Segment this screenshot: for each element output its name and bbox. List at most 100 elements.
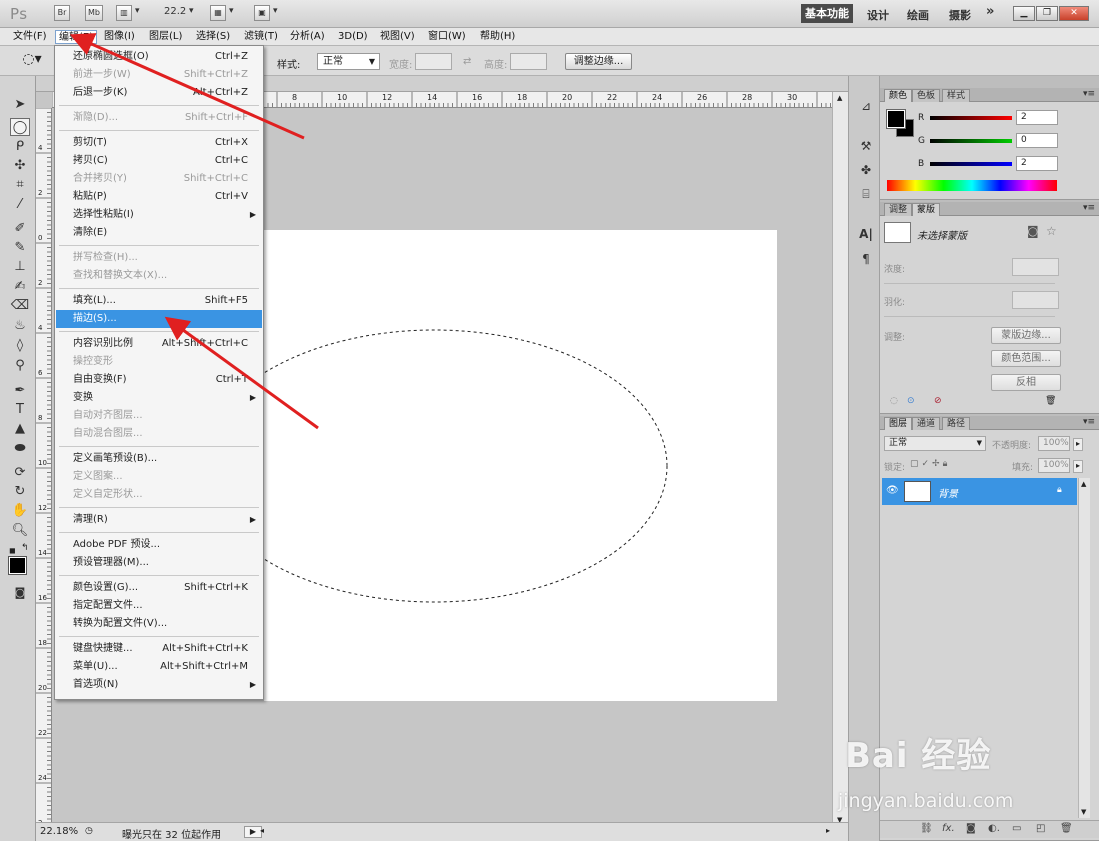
- link-layers-icon[interactable]: ⛓︎: [920, 823, 933, 834]
- layer-row-background[interactable]: 👁︎ 背景 🔒︎: [882, 478, 1077, 505]
- menu-analysis[interactable]: 分析(A): [287, 30, 328, 44]
- tab-styles[interactable]: 样式: [942, 89, 971, 102]
- elliptical-marquee-tool-icon[interactable]: ◯: [10, 118, 30, 136]
- zoom-dropdown-icon[interactable]: ▾: [189, 6, 194, 16]
- fx-icon[interactable]: fx.: [942, 823, 955, 834]
- edit-menu-item[interactable]: 清理(R) ▶: [56, 511, 262, 529]
- foreground-color-swatch[interactable]: [8, 556, 27, 575]
- edit-menu-item[interactable]: 后退一步(K) Alt+Ctrl+Z: [56, 84, 262, 102]
- move-tool-icon[interactable]: ➤: [10, 96, 30, 114]
- green-slider[interactable]: [930, 139, 1012, 143]
- workspace-painting[interactable]: 绘画: [907, 7, 929, 23]
- delete-layer-icon[interactable]: 🗑︎: [1060, 823, 1073, 834]
- lock-icons[interactable]: ▢✓✢🔒︎: [910, 459, 950, 469]
- edit-menu-item[interactable]: 预设管理器(M)...: [56, 554, 262, 572]
- eraser-tool-icon[interactable]: ⌫: [10, 297, 30, 315]
- density-input[interactable]: [1012, 258, 1059, 276]
- edit-menu-item[interactable]: 填充(L)... Shift+F5: [56, 292, 262, 310]
- mask-edge-button[interactable]: 蒙版边缘...: [991, 327, 1061, 344]
- zoom-tool-icon[interactable]: 🔍︎: [10, 522, 30, 540]
- screen-mode-button[interactable]: ▣: [254, 5, 270, 21]
- paragraph-panel-icon[interactable]: ¶: [858, 251, 874, 267]
- arrange-dropdown-icon[interactable]: ▾: [229, 6, 234, 16]
- menu-help[interactable]: 帮助(H): [477, 30, 518, 44]
- scroll-right-icon[interactable]: ▸: [826, 826, 830, 835]
- color-spectrum-bar[interactable]: [887, 180, 1057, 191]
- edit-menu-item[interactable]: 剪切(T) Ctrl+X: [56, 134, 262, 152]
- edit-menu-item[interactable]: 自由变换(F) Ctrl+T: [56, 371, 262, 389]
- edit-menu-item[interactable]: 粘贴(P) Ctrl+V: [56, 188, 262, 206]
- green-value-input[interactable]: 0: [1016, 133, 1058, 148]
- color-range-button[interactable]: 颜色范围...: [991, 350, 1061, 367]
- 3d-orbit-tool-icon[interactable]: ↻: [10, 483, 30, 501]
- view-extras-button[interactable]: ▥: [116, 5, 132, 21]
- edit-menu-item[interactable]: 描边(S)...: [56, 310, 262, 328]
- visibility-eye-icon[interactable]: 👁︎: [886, 485, 899, 496]
- close-icon[interactable]: ✕: [1059, 6, 1089, 21]
- swap-colors-icon[interactable]: ↰: [21, 543, 29, 553]
- brush-tool-icon[interactable]: ✎: [10, 239, 30, 257]
- tab-paths[interactable]: 路径: [942, 417, 971, 430]
- character-panel-icon[interactable]: A|: [858, 226, 874, 242]
- layer-name[interactable]: 背景: [938, 485, 958, 500]
- arrange-documents-button[interactable]: ▦: [210, 5, 226, 21]
- edit-menu-item[interactable]: 选择性粘贴(I) ▶: [56, 206, 262, 224]
- workspace-design[interactable]: 设计: [867, 7, 889, 23]
- edit-menu-item[interactable]: 内容识别比例 Alt+Shift+Ctrl+C: [56, 335, 262, 353]
- red-slider[interactable]: [930, 116, 1012, 120]
- invert-button[interactable]: 反相: [991, 374, 1061, 391]
- spot-healing-tool-icon[interactable]: ✐: [10, 220, 30, 238]
- load-selection-icon[interactable]: ◌: [890, 396, 898, 406]
- adjustment-layer-icon[interactable]: ◐.: [988, 823, 1000, 834]
- workspace-essentials[interactable]: 基本功能: [801, 4, 853, 23]
- edit-menu-item[interactable]: 定义画笔预设(B)...: [56, 450, 262, 468]
- tool-presets-icon[interactable]: ⚒: [858, 138, 874, 154]
- red-value-input[interactable]: 2: [1016, 110, 1058, 125]
- density-slider[interactable]: [884, 283, 1055, 284]
- opacity-slider-toggle-icon[interactable]: ▸: [1073, 438, 1083, 451]
- history-panel-icon[interactable]: ⊿: [858, 98, 874, 114]
- edit-menu-item[interactable]: Adobe PDF 预设...: [56, 536, 262, 554]
- shape-tool-icon[interactable]: ⬬: [10, 440, 30, 458]
- layers-scrollbar[interactable]: ▲ ▼: [1078, 478, 1090, 818]
- panel-menu-icon[interactable]: ▾≡: [1083, 89, 1095, 99]
- more-workspaces-icon[interactable]: »: [986, 4, 994, 19]
- new-layer-icon[interactable]: ◰: [1036, 823, 1045, 834]
- hand-tool-icon[interactable]: ✋: [10, 502, 30, 520]
- path-selection-tool-icon[interactable]: ▲: [10, 420, 30, 438]
- feather-input[interactable]: [1012, 291, 1059, 309]
- tab-masks[interactable]: 蒙版: [912, 203, 941, 216]
- scroll-left-icon[interactable]: ◂: [260, 826, 264, 835]
- edit-menu-item[interactable]: 键盘快捷键... Alt+Shift+Ctrl+K: [56, 640, 262, 658]
- paint-bucket-tool-icon[interactable]: ♨: [10, 317, 30, 335]
- edit-menu-item[interactable]: 转换为配置文件(V)...: [56, 615, 262, 633]
- menu-window[interactable]: 窗口(W): [425, 30, 469, 44]
- refine-edge-button[interactable]: 调整边缘...: [565, 53, 632, 70]
- panel-menu-icon[interactable]: ▾≡: [1083, 417, 1095, 427]
- 3d-rotate-tool-icon[interactable]: ⟳: [10, 464, 30, 482]
- edit-menu-item[interactable]: 颜色设置(G)... Shift+Ctrl+K: [56, 579, 262, 597]
- view-mask-icon[interactable]: ⊙: [907, 396, 915, 406]
- menu-layer[interactable]: 图层(L): [146, 30, 185, 44]
- scroll-up-icon[interactable]: ▲: [1081, 480, 1086, 488]
- restore-icon[interactable]: ❐: [1036, 6, 1058, 21]
- menu-image[interactable]: 图像(I): [101, 30, 138, 44]
- foreground-color-swatch[interactable]: [886, 109, 906, 129]
- new-group-icon[interactable]: ▭: [1012, 823, 1021, 834]
- blur-tool-icon[interactable]: ◊: [10, 337, 30, 355]
- style-select[interactable]: 正常 ▼: [317, 53, 380, 70]
- history-brush-tool-icon[interactable]: ✍: [10, 278, 30, 296]
- view-extras-dropdown-icon[interactable]: ▾: [135, 6, 140, 16]
- edit-menu-item[interactable]: 拷贝(C) Ctrl+C: [56, 152, 262, 170]
- disable-mask-icon[interactable]: ⊘: [934, 396, 942, 406]
- tab-swatches[interactable]: 色板: [912, 89, 941, 102]
- minimize-icon[interactable]: ▁: [1013, 6, 1035, 21]
- fill-slider-toggle-icon[interactable]: ▸: [1073, 460, 1083, 473]
- vertical-scrollbar[interactable]: ▲ ▼: [832, 92, 848, 826]
- clone-stamp-tool-icon[interactable]: ⊥: [10, 258, 30, 276]
- add-mask-icon[interactable]: ◙: [966, 823, 976, 834]
- clone-source-icon[interactable]: ⌸: [858, 186, 874, 202]
- feather-slider[interactable]: [884, 316, 1055, 317]
- tab-layers[interactable]: 图层: [884, 417, 913, 430]
- panel-menu-icon[interactable]: ▾≡: [1083, 203, 1095, 213]
